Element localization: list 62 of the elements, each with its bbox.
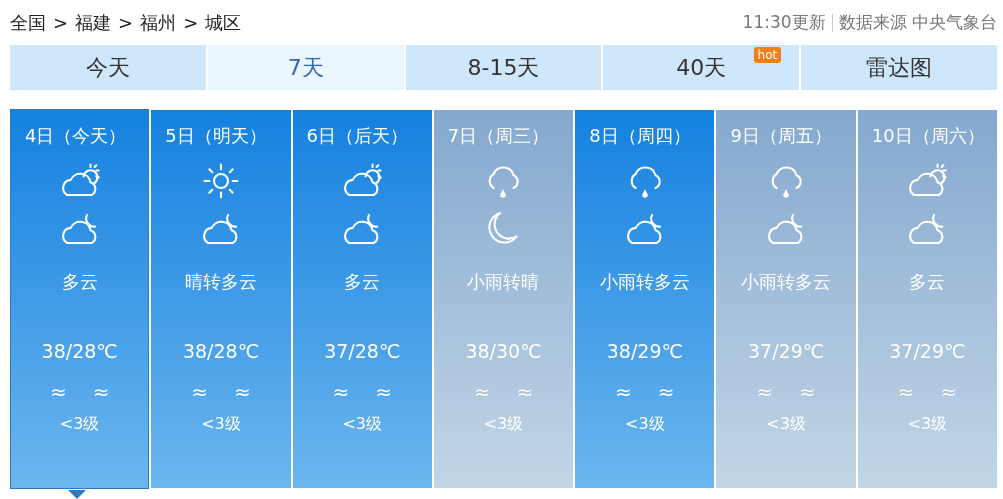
forecast-tab[interactable]: 今天 [10, 45, 206, 90]
breadcrumb-separator: > [118, 12, 134, 33]
wind-level: <3级 [201, 414, 241, 435]
wind-level: <3级 [766, 414, 806, 435]
day-date: 6日（后天） [305, 124, 408, 148]
wind-symbol: ≈ [940, 380, 958, 404]
breadcrumb-link[interactable]: 城区 [205, 10, 242, 35]
forecast-tab[interactable]: 雷达图 [801, 45, 997, 90]
day-card[interactable]: 5日（明天） 晴转多云 38/28℃ ≈ ≈ <3级 [151, 110, 291, 488]
wind-level: <3级 [483, 414, 524, 435]
wind-level: <3级 [907, 414, 948, 435]
forecast-tab[interactable]: 40天 hot [603, 45, 800, 90]
wind-level: <3级 [59, 414, 100, 435]
wind-symbol: ≈ [756, 380, 774, 404]
forecast-tab[interactable]: 8-15天 [405, 45, 602, 90]
pointer-arrow-icon [68, 490, 86, 499]
weather-description: 小雨转多云 [599, 270, 690, 294]
wind-symbol: ≈ [516, 380, 534, 404]
day-date: 4日（今天） [24, 124, 127, 148]
temperature-range: 37/29℃ [748, 340, 825, 362]
day-date: 5日（明天） [164, 124, 267, 148]
wind-level: <3级 [624, 414, 665, 435]
weather-description: 多云 [909, 270, 946, 294]
wind-symbol: ≈ [332, 380, 350, 404]
wind-symbol: ≈ [375, 380, 392, 404]
wind-symbol: ≈ [191, 380, 208, 404]
temperature-range: 37/28℃ [324, 340, 401, 362]
temperature-range: 38/28℃ [182, 340, 259, 362]
weather-description: 多云 [344, 270, 381, 294]
breadcrumb-link[interactable]: 全国 [10, 10, 46, 35]
day-card[interactable]: 6日（后天） 多云 37/28℃ ≈ ≈ <3级 [292, 110, 432, 488]
hot-badge: hot [753, 47, 782, 63]
wind-symbol: ≈ [897, 380, 915, 404]
wind-symbol: ≈ [92, 380, 110, 404]
temperature-range: 37/29℃ [889, 340, 966, 362]
wind-symbol: ≈ [799, 380, 816, 404]
wind-symbol: ≈ [615, 380, 632, 404]
weather-description: 晴转多云 [184, 270, 257, 294]
day-date: 10日（周六） [870, 124, 985, 148]
weather-description: 多云 [61, 270, 98, 294]
breadcrumb-link[interactable]: 福建 [75, 10, 112, 35]
wind-symbol: ≈ [473, 380, 491, 404]
breadcrumb-link[interactable]: 福州 [140, 10, 177, 35]
wind-level: <3级 [342, 414, 382, 435]
update-time: 11:30更新 [742, 11, 826, 34]
day-card[interactable]: 4日（今天） 多云 38/28℃ ≈ ≈ <3级 [10, 109, 150, 489]
breadcrumb-separator: > [183, 12, 199, 33]
data-source: 数据来源 中央气象台 [838, 11, 997, 34]
day-date: 8日（周四） [588, 124, 691, 148]
wind-symbol: ≈ [233, 380, 251, 404]
temperature-range: 38/28℃ [41, 340, 118, 362]
breadcrumb-separator: > [53, 12, 69, 33]
day-card[interactable]: 8日（周四） 小雨转多云 38/29℃ ≈ ≈ <3级 [575, 110, 715, 488]
day-date: 9日（周五） [729, 124, 832, 148]
wind-symbol: ≈ [49, 380, 67, 404]
forecast-tab[interactable]: 7天 [207, 45, 404, 90]
temperature-range: 38/29℃ [606, 340, 683, 362]
weather-description: 小雨转晴 [467, 270, 540, 294]
wind-symbol: ≈ [657, 380, 675, 404]
day-date: 7日（周三） [446, 124, 550, 148]
weather-description: 小雨转多云 [741, 270, 832, 294]
temperature-range: 38/30℃ [465, 340, 542, 362]
